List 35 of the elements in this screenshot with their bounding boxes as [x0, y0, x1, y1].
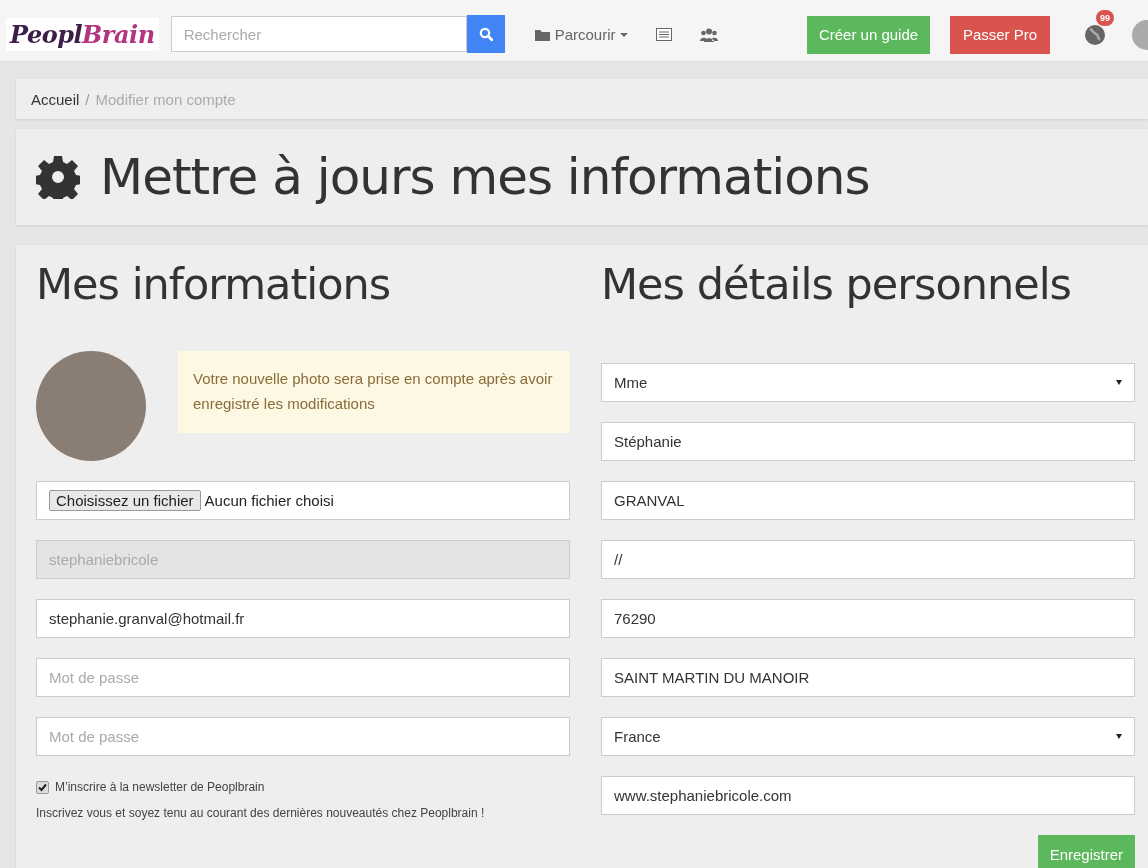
folder-icon [534, 28, 550, 41]
file-input[interactable]: Choisissez un fichier Aucun fichier choisi [36, 481, 570, 520]
select-field[interactable]: Mme [601, 363, 1135, 402]
choose-file-button[interactable]: Choisissez un fichier [49, 490, 201, 511]
select-field[interactable]: France [601, 717, 1135, 756]
search-icon [478, 27, 493, 41]
page-title: Mettre à jours mes informations [100, 148, 870, 206]
users-icon[interactable] [700, 27, 719, 42]
input-field[interactable]: GRANVAL [601, 481, 1135, 520]
search-field[interactable]: Rechercher [170, 16, 467, 52]
newsletter-hint: Inscrivez vous et soyez tenu au courant des dernières nouveautés chez Peoplbrain ! [36, 806, 486, 820]
go-pro-button[interactable]: Passer Pro [950, 15, 1050, 54]
input-field[interactable]: 76290 [601, 599, 1135, 638]
breadcrumb-item[interactable]: Accueil [31, 90, 80, 108]
browse-menu[interactable]: Parcourir [534, 26, 629, 43]
breadcrumb-item: Modifier mon compte [95, 90, 236, 108]
input-field[interactable]: Stéphanie [601, 422, 1135, 461]
settings-icon [36, 155, 80, 199]
breadcrumb-separator: / [85, 90, 90, 108]
checkbox[interactable] [36, 780, 49, 794]
input-field[interactable]: www.stephaniebricole.com [601, 776, 1135, 815]
input-field[interactable]: stephanie.granval@hotmail.fr [36, 599, 570, 638]
newsletter-label[interactable]: M’inscrire à la newsletter de Peoplbrain [55, 780, 265, 794]
notification-badge: 99 [1096, 9, 1114, 26]
info-notice: Votre nouvelle photo sera prise en compte après avoir enregistré les modifications [178, 351, 570, 433]
logo[interactable]: PeoplBrain [6, 18, 159, 51]
search-button[interactable] [466, 15, 505, 53]
input-field[interactable]: SAINT MARTIN DU MANOIR [601, 658, 1135, 697]
input-field[interactable]: Mot de passe [36, 658, 570, 697]
list-icon[interactable] [656, 28, 673, 41]
input-field[interactable]: // [601, 540, 1135, 579]
globe-icon[interactable] [1084, 23, 1106, 46]
input-field[interactable]: Mot de passe [36, 717, 570, 756]
section-heading: Mes détails personnels [601, 259, 1072, 311]
section-heading: Mes informations [36, 259, 392, 311]
